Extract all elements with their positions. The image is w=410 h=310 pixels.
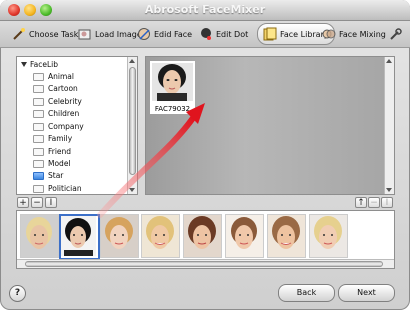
next-button[interactable]: Next	[338, 284, 395, 302]
bottom-bar: ? Back Next	[0, 278, 410, 310]
help-button[interactable]: ?	[9, 285, 26, 302]
annotation-arrow	[97, 103, 205, 218]
app-window: Abrosoft FaceMixer Choose Task Load Imag…	[0, 0, 410, 310]
back-button[interactable]: Back	[278, 284, 335, 302]
